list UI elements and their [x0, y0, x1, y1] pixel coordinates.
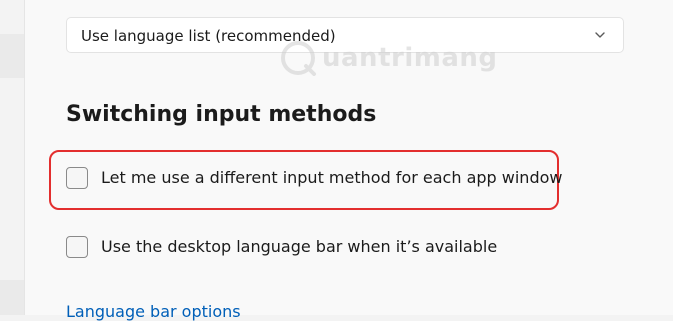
language-bar-options-link[interactable]: Language bar options — [66, 302, 241, 321]
watermark-logo: uantrimang — [278, 38, 498, 82]
watermark-text: uantrimang — [322, 43, 498, 73]
settings-nav-strip — [0, 0, 24, 315]
nav-item[interactable] — [0, 280, 24, 315]
checkbox-box[interactable] — [66, 236, 88, 258]
section-heading: Switching input methods — [66, 102, 377, 127]
checkbox-label: Use the desktop language bar when it’s a… — [101, 237, 498, 256]
watermark-q-icon — [281, 41, 316, 76]
checkbox-box[interactable] — [66, 167, 88, 189]
checkbox-label: Let me use a different input method for … — [101, 168, 563, 187]
chevron-down-icon — [595, 32, 605, 38]
nav-item[interactable] — [0, 34, 24, 78]
